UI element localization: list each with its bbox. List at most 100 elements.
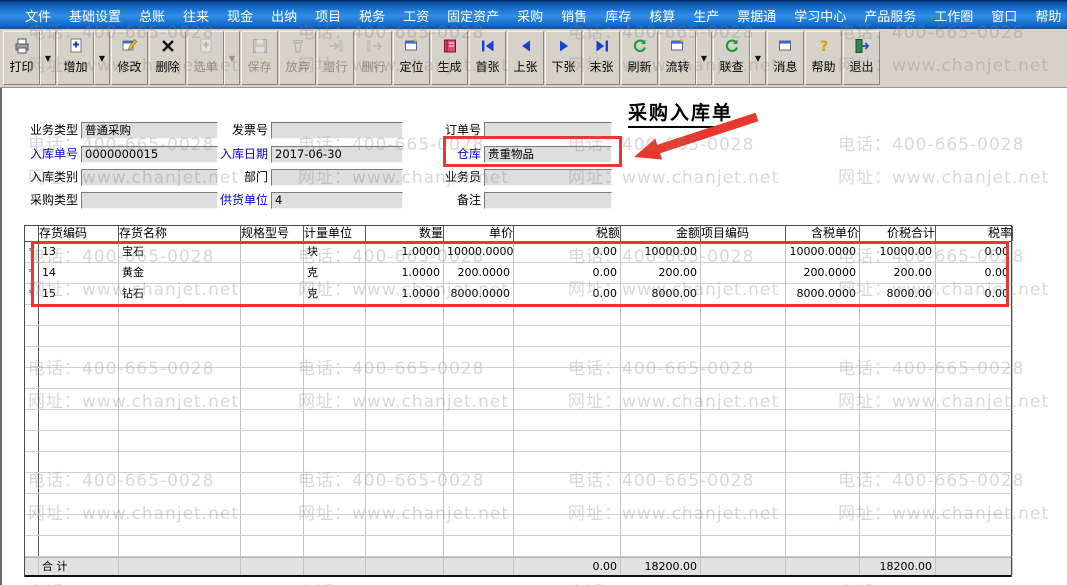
table-header-row-cell-5[interactable]: 数量	[366, 226, 444, 241]
toolbar-button-previous[interactable]: 上张	[507, 31, 544, 85]
toolbar-dropdown-add[interactable]: ▼	[94, 31, 110, 85]
table-header-row-cell-12[interactable]: 税率	[936, 226, 1013, 241]
menu-item-17[interactable]: 产品服务	[855, 3, 925, 28]
table-empty-row-0-cell-7	[514, 305, 621, 325]
table-header-row-cell-10[interactable]: 含税单价	[786, 226, 860, 241]
table-empty-row-2-cell-4	[304, 347, 366, 367]
toolbar-button-refresh[interactable]: 刷新	[621, 31, 658, 85]
menu-item-19[interactable]: 窗口	[982, 3, 1026, 28]
menu-item-14[interactable]: 生产	[684, 3, 728, 28]
table-empty-row-4-cell-2	[119, 389, 241, 409]
toolbar-button-flow[interactable]: 流转	[659, 31, 696, 85]
table-empty-row-11-cell-10	[786, 536, 860, 556]
table-empty-row-6	[25, 431, 1013, 452]
menu-item-1[interactable]: 基础设置	[60, 3, 130, 28]
menu-item-7[interactable]: 税务	[350, 3, 394, 28]
toolbar-button-locate[interactable]: 定位	[393, 31, 430, 85]
table-empty-row-7-cell-4	[304, 452, 366, 472]
toolbar-dropdown-flow[interactable]: ▼	[696, 31, 712, 85]
table-empty-row-4-cell-11	[860, 389, 936, 409]
toolbar-button-help[interactable]: ? 帮助	[805, 31, 842, 85]
table-header-row-cell-11[interactable]: 价税合计	[860, 226, 936, 241]
toolbar-button-last[interactable]: 末张	[583, 31, 620, 85]
menu-item-8[interactable]: 工资	[394, 3, 438, 28]
toolbar-label-link-query: 联查	[719, 60, 744, 74]
menu-item-6[interactable]: 项目	[306, 3, 350, 28]
menu-item-10[interactable]: 采购	[508, 3, 552, 28]
toolbar-button-add[interactable]: 增加	[57, 31, 94, 85]
table-empty-row-4-cell-10	[786, 389, 860, 409]
toolbar-button-delete-row[interactable]: 删行	[355, 31, 392, 85]
table-empty-row-11-cell-6	[444, 536, 514, 556]
menu-item-5[interactable]: 出纳	[262, 3, 306, 28]
table-empty-row-4-cell-7	[514, 389, 621, 409]
toolbar-button-discard[interactable]: 放弃	[279, 31, 316, 85]
toolbar-group-discard: 放弃	[279, 31, 316, 85]
table-empty-row-10-cell-11	[860, 515, 936, 535]
table-header-row-cell-8[interactable]: 金额	[621, 226, 701, 241]
message-icon	[778, 40, 791, 51]
toolbar-button-link-query[interactable]: 联查	[713, 31, 750, 85]
toolbar-dropdown-select-order[interactable]: ▼	[224, 31, 240, 85]
table-total-row-cell-2	[119, 558, 241, 575]
toolbar-button-next[interactable]: 下张	[545, 31, 582, 85]
table-empty-row-5-cell-10	[786, 410, 860, 430]
table-empty-row-9-cell-11	[860, 494, 936, 514]
table-header-row-cell-4[interactable]: 计量单位	[304, 226, 366, 241]
table-empty-row-11-cell-12	[936, 536, 1013, 556]
table-empty-row-11-cell-5	[366, 536, 444, 556]
table-empty-row-9-cell-2	[119, 494, 241, 514]
menu-item-18[interactable]: 工作圈	[925, 3, 982, 28]
field-input-receipt-date[interactable]: 2017-06-30	[271, 146, 403, 163]
warehouse-highlight-box	[443, 136, 622, 167]
table-header-row-cell-0[interactable]	[25, 226, 39, 241]
table-header-row-cell-7[interactable]: 税额	[514, 226, 621, 241]
menu-item-16[interactable]: 学习中心	[785, 3, 855, 28]
menu-item-3[interactable]: 往来	[174, 3, 218, 28]
table-header-row-cell-3[interactable]: 规格型号	[241, 226, 304, 241]
field-input-invoice-no[interactable]	[271, 122, 403, 139]
table-empty-row-11-cell-2	[119, 536, 241, 556]
toolbar-button-print[interactable]: 打印	[3, 31, 40, 85]
toolbar-button-modify[interactable]: 修改	[111, 31, 148, 85]
toolbar-button-save[interactable]: 保存	[241, 31, 278, 85]
toolbar-button-select-order[interactable]: 选单	[187, 31, 224, 85]
table-header-row-cell-1[interactable]: 存货编码	[39, 226, 119, 241]
table-empty-row-6-cell-2	[119, 431, 241, 451]
toolbar-button-message[interactable]: 消息	[767, 31, 804, 85]
menu-item-15[interactable]: 票据通	[728, 3, 785, 28]
table-header-row-cell-9[interactable]: 项目编码	[701, 226, 786, 241]
toolbar-button-first[interactable]: 首张	[469, 31, 506, 85]
table-empty-row-2-cell-7	[514, 347, 621, 367]
field-label-receipt-date: 入库日期	[219, 147, 268, 161]
table-empty-row-10-cell-6	[444, 515, 514, 535]
field-input-salesperson[interactable]	[484, 169, 612, 186]
toolbar-button-generate[interactable]: 生成	[431, 31, 468, 85]
menu-item-9[interactable]: 固定资产	[438, 3, 508, 28]
menu-item-20[interactable]: 帮助	[1026, 3, 1067, 28]
menu-item-13[interactable]: 核算	[640, 3, 684, 28]
menu-item-2[interactable]: 总账	[130, 3, 174, 28]
toolbar-button-add-row[interactable]: 增行	[317, 31, 354, 85]
menu-item-4[interactable]: 现金	[218, 3, 262, 28]
table-header-row-cell-2[interactable]: 存货名称	[119, 226, 241, 241]
prev-icon	[521, 40, 530, 52]
menu-item-12[interactable]: 库存	[596, 3, 640, 28]
menu-item-0[interactable]: 文件	[16, 3, 60, 28]
rows-highlight-box	[31, 241, 1009, 307]
field-input-remark[interactable]	[484, 192, 612, 209]
table-empty-row-9	[25, 494, 1013, 515]
table-empty-row-6-cell-1	[39, 431, 119, 451]
toolbar-dropdown-print[interactable]: ▼	[40, 31, 56, 85]
field-input-supplier[interactable]: 4	[271, 192, 403, 209]
table-header-row-cell-6[interactable]: 单价	[444, 226, 514, 241]
toolbar-dropdown-link-query[interactable]: ▼	[750, 31, 766, 85]
menu-item-11[interactable]: 销售	[552, 3, 596, 28]
table-empty-row-10-cell-12	[936, 515, 1013, 535]
toolbar-button-exit[interactable]: 退出	[843, 31, 880, 85]
toolbar-button-delete[interactable]: 删除	[149, 31, 186, 85]
table-empty-row-3	[25, 368, 1013, 389]
first-icon	[481, 40, 493, 52]
field-input-department[interactable]	[271, 169, 403, 186]
toolbar-label-discard: 放弃	[285, 60, 310, 74]
